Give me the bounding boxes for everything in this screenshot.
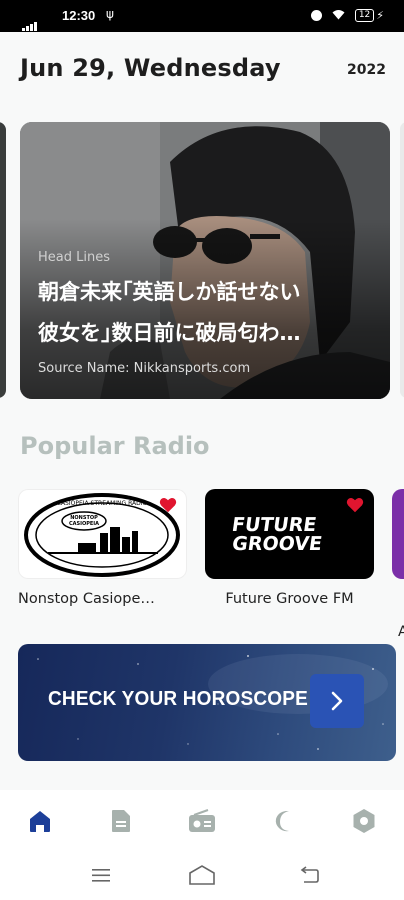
favorite-heart-icon[interactable] xyxy=(159,497,177,513)
home-icon xyxy=(30,811,51,832)
home-content: Jun 29, Wednesday 2022 Head Lines 朝倉未来｢英… xyxy=(0,32,404,790)
usb-icon: ψ xyxy=(106,7,114,21)
recents-menu-icon[interactable] xyxy=(91,866,111,884)
radio-card-future-groove[interactable]: FUTURE GROOVE Future Groove FM xyxy=(205,489,374,607)
system-navigation-bar xyxy=(0,852,404,900)
horoscope-open-button[interactable] xyxy=(310,674,364,728)
favorite-heart-icon[interactable] xyxy=(346,497,364,513)
future-groove-logo-line-2: GROOVE xyxy=(231,532,324,555)
chevron-right-icon xyxy=(331,691,343,711)
radio-icon xyxy=(188,809,215,832)
battery-level: 12 xyxy=(354,9,375,22)
signal-icon xyxy=(22,12,38,31)
headline-card-next[interactable] xyxy=(400,122,404,398)
data-saver-icon xyxy=(311,10,323,21)
status-bar: 12:30 ψ 12 ⚡ xyxy=(0,0,404,32)
charging-icon: ⚡ xyxy=(376,9,384,22)
status-right-group: 12 ⚡ xyxy=(311,8,384,23)
nav-home[interactable] xyxy=(15,796,65,846)
page-title-date: Jun 29, Wednesday xyxy=(20,54,281,82)
section-title-popular-radio: Popular Radio xyxy=(20,432,210,460)
wifi-icon xyxy=(332,9,345,23)
nav-settings[interactable] xyxy=(339,796,389,846)
horoscope-banner[interactable]: CHECK YOUR HOROSCOPE xyxy=(18,644,396,761)
radio-name: Nonstop Casiope… xyxy=(18,591,155,607)
headline-card[interactable]: Head Lines 朝倉未来｢英語しか話せない 彼女を｣数日前に破局匂わ… S… xyxy=(20,122,390,399)
nav-news[interactable] xyxy=(96,796,146,846)
bottom-navigation xyxy=(0,790,404,852)
radio-name-partial: A xyxy=(398,624,404,640)
headline-label: Head Lines xyxy=(38,250,110,265)
home-system-icon[interactable] xyxy=(188,864,216,886)
year-label: 2022 xyxy=(347,62,386,78)
radio-card-nonstop-casiopeia[interactable]: CASIOPEIA STREAMING RADIO NONSTOP CASIOP… xyxy=(18,489,187,607)
radio-thumb: FUTURE GROOVE xyxy=(205,489,374,579)
horoscope-banner-title: CHECK YOUR HOROSCOPE xyxy=(48,688,308,710)
document-icon xyxy=(112,810,131,832)
headline-card-previous[interactable] xyxy=(0,122,6,398)
casiopeia-logo-badge-line-2: CASIOPEIA xyxy=(69,521,99,527)
back-icon[interactable] xyxy=(298,866,320,884)
nav-horoscope[interactable] xyxy=(258,796,308,846)
radio-name: Future Groove FM xyxy=(225,591,354,607)
settings-hexagon-icon xyxy=(353,809,375,833)
casiopeia-logo-top-text: CASIOPEIA STREAMING RADIO xyxy=(57,500,148,507)
nav-radio[interactable] xyxy=(177,796,227,846)
moon-icon xyxy=(275,811,289,832)
radio-thumb: CASIOPEIA STREAMING RADIO NONSTOP CASIOP… xyxy=(18,489,187,579)
headline-source: Source Name: Nikkansports.com xyxy=(38,361,251,376)
headline-title: 朝倉未来｢英語しか話せない 彼女を｣数日前に破局匂わ… xyxy=(38,280,301,345)
status-time: 12:30 xyxy=(62,8,96,23)
radio-card-partial[interactable] xyxy=(392,489,404,579)
